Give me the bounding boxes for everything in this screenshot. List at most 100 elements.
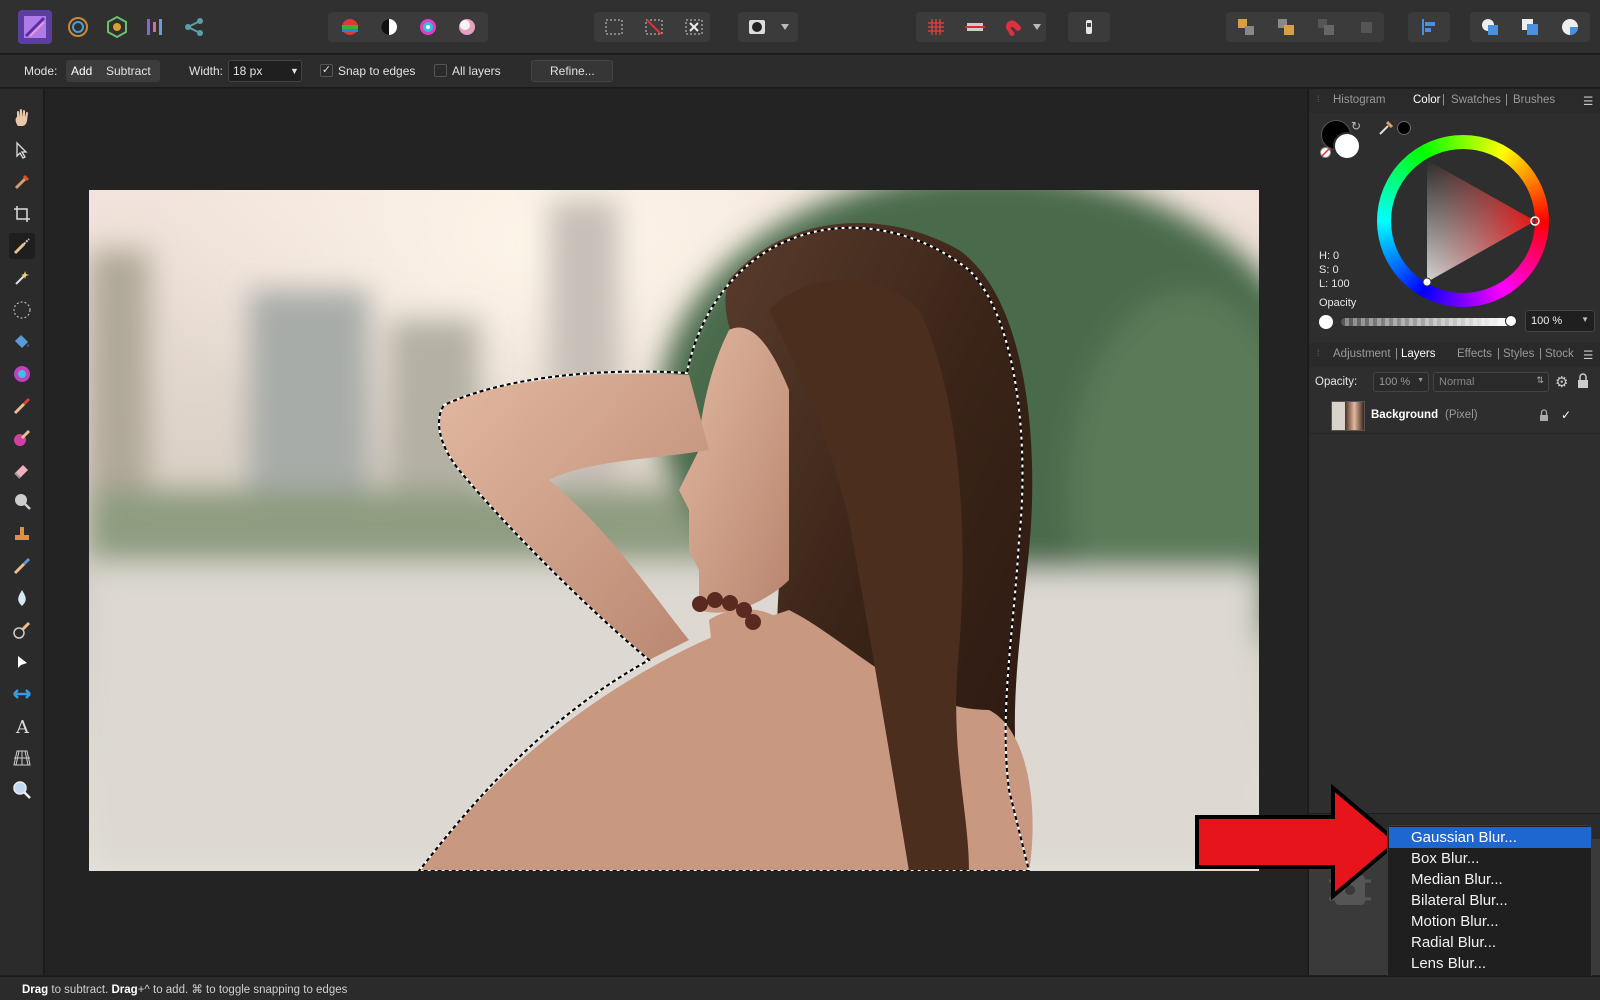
flood-select-tool-icon[interactable] [9,265,35,291]
marquee-tool-icon[interactable] [9,297,35,323]
align-left-icon[interactable] [1415,13,1443,41]
stepper-icon[interactable]: ⇅ [1536,375,1544,386]
layer-opacity-value: 100 % [1379,376,1411,388]
clone-tool-icon[interactable] [9,521,35,547]
menu-item-box-blur[interactable]: Box Blur... [1389,848,1591,869]
grid-icon[interactable] [922,13,950,41]
layer-row[interactable]: Background (Pixel) ✓ [1309,398,1600,434]
select-all-icon[interactable] [600,13,628,41]
status-text-2: +^ to add. [137,984,192,996]
menu-item-bilateral-blur[interactable]: Bilateral Blur... [1389,890,1591,911]
mode-subtract-button[interactable]: Subtract [106,64,151,78]
hsl-icon[interactable] [414,13,442,41]
color-replacement-tool-icon[interactable] [9,425,35,451]
move-tool-icon[interactable] [9,137,35,163]
crop-tool-icon[interactable] [9,201,35,227]
menu-item-median-blur[interactable]: Median Blur... [1389,869,1591,890]
lock-icon[interactable] [1577,373,1589,394]
dodge-tool-icon[interactable] [9,489,35,515]
liquify-persona-icon[interactable] [64,13,92,41]
zoom-tool-icon[interactable] [9,777,35,803]
tab-layers[interactable]: Layers [1401,348,1436,360]
menu-item-motion-blur[interactable]: Motion Blur... [1389,911,1591,932]
panel-grip-icon[interactable]: ⁞ [1317,348,1320,358]
deselect-icon[interactable] [640,13,668,41]
flood-fill-tool-icon[interactable] [9,329,35,355]
color-picker-tool-icon[interactable] [9,169,35,195]
menu-item-gaussian-blur[interactable]: Gaussian Blur... [1389,827,1591,848]
gear-icon[interactable]: ⚙ [1555,373,1568,391]
black-white-icon[interactable] [375,13,403,41]
text-tool-icon[interactable]: A [9,713,35,739]
color-wheel[interactable] [1377,135,1549,307]
opacity-field[interactable]: 100 % ▼ [1525,310,1595,332]
white-balance-icon[interactable] [453,13,481,41]
move-to-front-icon[interactable] [1352,13,1380,41]
mode-add-button[interactable]: Add [71,64,92,78]
menu-item-lens-blur[interactable]: Lens Blur... [1389,953,1591,974]
perspective-tool-icon[interactable] [9,745,35,771]
status-text-3: ⌘ to toggle snapping to edges [191,984,348,996]
blur-brush-tool-icon[interactable] [9,585,35,611]
invert-selection-icon[interactable] [680,13,708,41]
chevron-down-icon[interactable]: ▼ [1417,377,1424,384]
snap-checkbox[interactable]: ✓ [320,64,333,77]
chevron-down-icon[interactable]: ▼ [290,66,299,76]
panel-grip-icon[interactable]: ⁞ [1317,94,1320,104]
tab-adjustment[interactable]: Adjustment [1333,348,1391,360]
tab-effects[interactable]: Effects [1457,348,1492,360]
chevron-down-icon[interactable] [1029,13,1045,41]
paint-brush-tool-icon[interactable] [9,393,35,419]
view-tool-icon[interactable] [9,105,35,131]
photo-persona-icon[interactable] [18,10,52,44]
secondary-color-well[interactable] [1333,132,1361,160]
width-label: Width: [189,64,224,78]
chevron-down-icon[interactable] [777,13,793,41]
blend-mode-value: Normal [1439,376,1475,388]
add-boolean-icon[interactable] [1476,13,1504,41]
tab-swatches[interactable]: Swatches [1451,94,1501,106]
move-to-back-icon[interactable] [1232,13,1260,41]
mesh-warp-tool-icon[interactable] [9,681,35,707]
panel-menu-icon[interactable]: ☰ [1583,94,1593,108]
color-panel-tabs: ⁞ Histogram Color | Swatches | Brushes ☰ [1309,89,1600,113]
tab-brushes[interactable]: Brushes [1513,94,1555,106]
snapping-magnet-icon[interactable] [1000,13,1028,41]
selection-brush-tool-icon[interactable] [9,233,35,259]
snap-label: Snap to edges [338,64,416,78]
all-layers-checkbox[interactable] [434,64,447,77]
layer-lock-icon[interactable] [1539,409,1549,427]
tab-color[interactable]: Color [1413,94,1440,106]
guides-icon[interactable] [961,13,989,41]
tab-stock[interactable]: Stock [1545,348,1574,360]
develop-persona-icon[interactable] [103,13,131,41]
smudge-brush-tool-icon[interactable] [9,617,35,643]
layer-opacity-field[interactable]: 100 % ▼ [1373,372,1429,392]
opacity-slider[interactable] [1341,315,1517,327]
panel-menu-icon[interactable]: ☰ [1583,348,1593,362]
no-color-icon[interactable] [1320,147,1331,158]
tab-styles[interactable]: Styles [1503,348,1534,360]
healing-brush-tool-icon[interactable] [9,553,35,579]
chevron-down-icon[interactable]: ▼ [1581,315,1589,324]
tab-histogram[interactable]: Histogram [1333,94,1385,106]
layer-visibility-checkbox[interactable]: ✓ [1559,408,1573,422]
intersect-boolean-icon[interactable] [1556,13,1584,41]
assistant-icon[interactable] [1075,13,1103,41]
export-persona-icon[interactable] [180,13,208,41]
move-forward-one-icon[interactable] [1312,13,1340,41]
move-back-one-icon[interactable] [1272,13,1300,41]
quick-mask-icon[interactable] [743,13,771,41]
levels-icon[interactable] [336,13,364,41]
blend-mode-select[interactable]: Normal ⇅ [1433,372,1549,392]
node-tool-icon[interactable] [9,649,35,675]
color-wheel-tool-icon[interactable] [9,361,35,387]
menu-item-radial-blur[interactable]: Radial Blur... [1389,932,1591,953]
erase-tool-icon[interactable] [9,457,35,483]
document-canvas[interactable] [45,89,1307,975]
subtract-boolean-icon[interactable] [1516,13,1544,41]
opacity-slider-handle[interactable] [1505,315,1517,327]
tone-mapping-persona-icon[interactable] [142,13,170,41]
swap-colors-icon[interactable]: ↻ [1351,119,1361,133]
photo-image[interactable] [89,190,1259,871]
